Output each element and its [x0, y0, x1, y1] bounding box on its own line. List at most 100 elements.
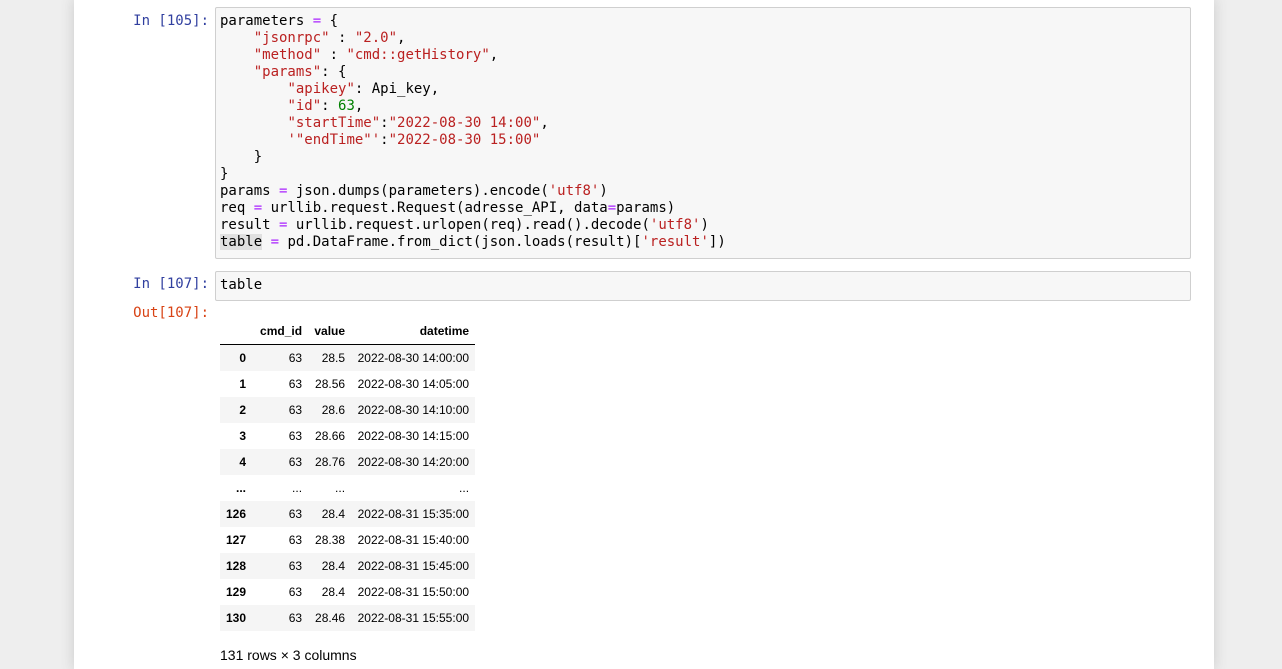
table-row: 129 63 28.4 2022-08-31 15:50:00: [220, 579, 475, 605]
code-cell-input[interactable]: parameters = { "jsonrpc" : "2.0", "metho…: [215, 7, 1191, 259]
table-cell: 2022-08-31 15:45:00: [357, 559, 470, 573]
code-token: 'utf8': [649, 217, 701, 233]
table-cell: 2022-08-31 15:40:00: [357, 533, 470, 547]
code-token: json.dumps(parameters).encode(: [287, 183, 549, 199]
table-cell: 28.4: [321, 559, 346, 573]
code-token: "2022-08-30 15:00": [388, 132, 541, 148]
code-line: "method" : "cmd::getHistory",: [220, 47, 726, 64]
code-token: }: [220, 149, 263, 165]
code-token: "startTime": [287, 115, 381, 131]
code-token: :: [329, 30, 355, 46]
table-row: 1 63 28.56 2022-08-30 14:05:00: [220, 371, 475, 397]
row-index: 1: [239, 377, 247, 391]
code-token: req: [220, 200, 254, 216]
code-token: ,: [354, 98, 364, 114]
table-cell: 63: [288, 403, 303, 417]
column-header: [220, 317, 255, 345]
table-row: 3 63 28.66 2022-08-30 14:15:00: [220, 423, 475, 449]
code-token: "2.0": [354, 30, 398, 46]
table-cell: 63: [288, 351, 303, 365]
input-prompt: In [107]:: [133, 276, 209, 292]
code-token: pd.DataFrame.from_dict(json.loads(result…: [279, 234, 642, 250]
dataframe-shape: 131 rows × 3 columns: [220, 647, 357, 663]
table-cell: ...: [335, 481, 346, 495]
table-row: 127 63 28.38 2022-08-31 15:40:00: [220, 527, 475, 553]
code-token: =: [607, 200, 617, 216]
row-index: 128: [226, 559, 247, 573]
table-cell: 2022-08-31 15:55:00: [357, 611, 470, 625]
table-row: ............: [220, 475, 475, 501]
code-line: "startTime":"2022-08-30 14:00",: [220, 115, 726, 132]
code-token: result: [220, 217, 280, 233]
code-token: 'result': [641, 234, 709, 250]
code-token: urllib.request.urlopen(req).read().decod…: [287, 217, 650, 233]
code-line: table = pd.DataFrame.from_dict(json.load…: [220, 234, 726, 251]
table-row: 2 63 28.6 2022-08-30 14:10:00: [220, 397, 476, 423]
table-cell: 28.46: [315, 611, 346, 625]
row-index: 129: [226, 585, 247, 599]
code-token: 63: [338, 98, 355, 114]
input-prompt: In [105]:: [133, 13, 209, 29]
table-cell: 2022-08-30 14:15:00: [357, 429, 470, 443]
table-row: 4 63 28.76 2022-08-30 14:20:00: [220, 449, 476, 475]
code-line: "id": 63,: [220, 98, 726, 115]
column-header: datetime: [351, 317, 476, 345]
code-token: params: [220, 183, 280, 199]
code-token: table: [220, 234, 263, 250]
table-cell: 28.76: [315, 455, 346, 469]
output-prompt: Out[107]:: [133, 305, 209, 321]
code-editor[interactable]: parameters = { "jsonrpc" : "2.0", "metho…: [220, 13, 726, 251]
table-cell: 28.56: [315, 377, 346, 391]
table-cell: 28.38: [315, 533, 346, 547]
table-cell: 63: [288, 507, 303, 521]
code-token: {: [321, 13, 339, 29]
code-line: params = json.dumps(parameters).encode('…: [220, 183, 726, 200]
code-token: '"endTime"': [287, 132, 381, 148]
table-cell: 28.66: [315, 429, 346, 443]
code-token: :: [321, 47, 347, 63]
table-cell: 28.4: [321, 507, 346, 521]
code-line: req = urllib.request.Request(adresse_API…: [220, 200, 726, 217]
code-token: =: [312, 13, 322, 29]
code-token: : {: [321, 64, 347, 80]
table-row: 128 63 28.4 2022-08-31 15:45:00: [220, 553, 476, 579]
code-token: }: [220, 166, 229, 182]
code-token: :: [380, 132, 389, 148]
code-token: "apikey": [287, 81, 355, 97]
code-token: "params": [253, 64, 322, 80]
table-cell: 63: [288, 611, 303, 625]
code-token: :: [321, 98, 339, 114]
code-line: '"endTime"':"2022-08-30 15:00": [220, 132, 726, 149]
table-cell: 63: [288, 559, 303, 573]
row-index: 3: [239, 429, 247, 443]
table-cell: 2022-08-30 14:20:00: [357, 455, 470, 469]
table-row: 130 63 28.46 2022-08-31 15:55:00: [220, 605, 476, 631]
code-token: "2022-08-30 14:00": [388, 115, 541, 131]
code-token: =: [253, 200, 263, 216]
code-token: : Api_key,: [354, 81, 440, 97]
row-index: 126: [226, 507, 247, 521]
table-cell: 28.6: [321, 403, 346, 417]
code-token: ]): [708, 234, 726, 250]
table-cell: ...: [292, 481, 303, 495]
table-cell: 63: [288, 533, 303, 547]
dataframe-table: cmd_id value datetime 0 63 28.5 2022-08-30 14…: [220, 317, 476, 631]
table-row: 0 63 28.5 2022-08-30 14:00:00: [220, 344, 476, 371]
code-cell-input[interactable]: table: [215, 271, 1191, 301]
code-line: table: [220, 277, 262, 294]
code-token: "cmd::getHistory": [346, 47, 490, 63]
table-cell: 63: [288, 429, 303, 443]
code-token: 'utf8': [548, 183, 600, 199]
table-cell: 2022-08-30 14:05:00: [357, 377, 470, 391]
row-index: 130: [226, 611, 247, 625]
table-cell: 2022-08-30 14:00:00: [357, 351, 470, 365]
dataframe-output: cmd_id value datetime 0 63 28.5 2022-08-30 14…: [220, 317, 476, 631]
code-line: }: [220, 166, 726, 183]
code-editor[interactable]: table: [220, 277, 262, 294]
row-index: ...: [236, 481, 247, 495]
